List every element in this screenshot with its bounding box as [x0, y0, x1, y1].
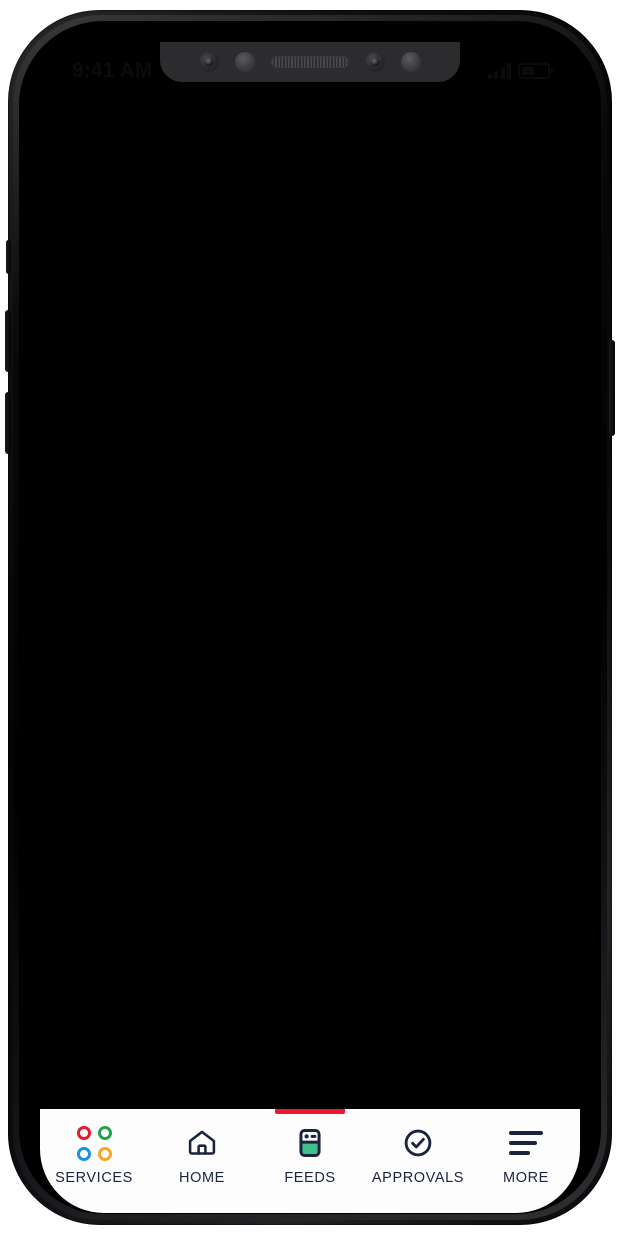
post-header: You have sent a private message 09 May, …: [96, 791, 524, 845]
feed-list: You have posted a message to your depart…: [40, 279, 580, 1109]
list-item[interactable]: [70, 1001, 550, 1109]
mention-link[interactable]: Walker Kristen: [96, 608, 216, 629]
dot-projector-icon: [401, 52, 421, 72]
nav-item-feeds[interactable]: FEEDS: [256, 1109, 364, 1186]
comment-button[interactable]: Comment: [247, 927, 371, 957]
avatar[interactable]: [88, 126, 168, 206]
thumbs-up-icon: [110, 696, 138, 724]
active-tab-indicator: [275, 1109, 345, 1114]
post-body: Hi team, Our Q2 engagement strategies sh…: [96, 428, 524, 660]
post-paragraph: Hi team,: [96, 431, 165, 453]
volume-down-button[interactable]: [5, 392, 11, 454]
post-body: Hi Angelica Smith, welcome to Zylker.: [96, 864, 524, 892]
infrared-camera-icon: [365, 52, 385, 72]
battery-fill: [522, 67, 535, 75]
check-circle-icon: [401, 1125, 435, 1161]
post-title: You have posted a message to your depart…: [166, 334, 489, 380]
phone-screen: Messages You have posted a message to yo…: [40, 42, 580, 1213]
thumbs-up-icon: [110, 927, 140, 957]
messages-app: Messages You have posted a message to yo…: [40, 42, 580, 1213]
phone-frame: Messages You have posted a message to yo…: [5, 10, 615, 1225]
like-button[interactable]: Like: [110, 927, 189, 957]
nav-item-approvals[interactable]: APPROVALS: [364, 1125, 472, 1186]
page-title-row[interactable]: Messages: [88, 236, 580, 279]
battery-icon: [518, 63, 550, 79]
post-paragraph-text: , welcome to Zylker.: [241, 867, 405, 889]
services-grid-icon: [76, 1125, 112, 1161]
like-label: Like: [154, 699, 188, 720]
signal-bars-icon: [487, 63, 511, 79]
hamburger-menu-icon: [509, 1125, 543, 1161]
bottom-navigation: SERVICES HOME FEEDS APPROVALS MORE: [40, 1109, 580, 1213]
nav-item-home[interactable]: HOME: [148, 1125, 256, 1186]
list-item[interactable]: You have sent a private message 09 May, …: [70, 767, 550, 974]
volume-up-button[interactable]: [5, 310, 11, 372]
comment-label: Comment: [289, 699, 368, 720]
like-button[interactable]: Like: [110, 696, 187, 724]
post-paragraph: Walker Kristen, please ensure you have t…: [96, 605, 524, 661]
nav-label: APPROVALS: [371, 1170, 465, 1186]
post-timestamp: 09 May, 3:57 PM: [166, 824, 294, 844]
post-timestamp: Today 5:48 PM: [166, 388, 280, 408]
nav-label: HOME: [179, 1170, 225, 1186]
front-camera-icon: [199, 52, 219, 72]
feeds-icon: [293, 1125, 327, 1161]
comment-button[interactable]: Comment: [245, 696, 367, 724]
avatar[interactable]: [96, 331, 148, 383]
feed-scroll-area[interactable]: Messages You have posted a message to yo…: [40, 42, 580, 1109]
post-paragraph-text: , please ensure you have the reports for…: [96, 608, 516, 657]
post-paragraph-prefix: Hi: [96, 867, 118, 889]
power-button[interactable]: [609, 340, 615, 436]
mention-link[interactable]: Angelica Smith: [118, 867, 241, 888]
nav-label: FEEDS: [284, 1170, 336, 1186]
avatar[interactable]: [96, 791, 148, 844]
nav-item-services[interactable]: SERVICES: [40, 1125, 148, 1186]
like-label: Like: [156, 931, 190, 952]
nav-label: MORE: [503, 1170, 549, 1186]
list-item[interactable]: You have posted a message to your depart…: [70, 307, 550, 740]
nav-label: SERVICES: [55, 1170, 133, 1186]
comment-label: Comment: [293, 931, 372, 952]
comment-bubble-icon: [245, 696, 273, 724]
post-header: You have posted a message to your depart…: [96, 331, 524, 408]
home-icon: [185, 1125, 219, 1161]
status-time: 9:41 AM: [72, 59, 153, 82]
page-title: Messages: [88, 236, 266, 278]
phone-notch: [160, 42, 460, 82]
mute-switch[interactable]: [6, 240, 11, 274]
comment-bubble-icon: [247, 927, 277, 957]
proximity-sensor-icon: [235, 52, 255, 72]
post-title: You have sent a private message: [166, 794, 464, 816]
post-actions: Like Comment: [96, 912, 524, 973]
earpiece-speaker-icon: [271, 56, 349, 68]
post-paragraph: Hi Angelica Smith, welcome to Zylker.: [96, 864, 524, 892]
post-actions: Like Comment: [96, 680, 524, 740]
nav-item-more[interactable]: MORE: [472, 1125, 580, 1186]
post-paragraph: Our Q2 engagement strategies should impr…: [96, 478, 517, 583]
app-header: Messages: [40, 104, 580, 279]
chevron-down-icon[interactable]: [279, 257, 296, 267]
